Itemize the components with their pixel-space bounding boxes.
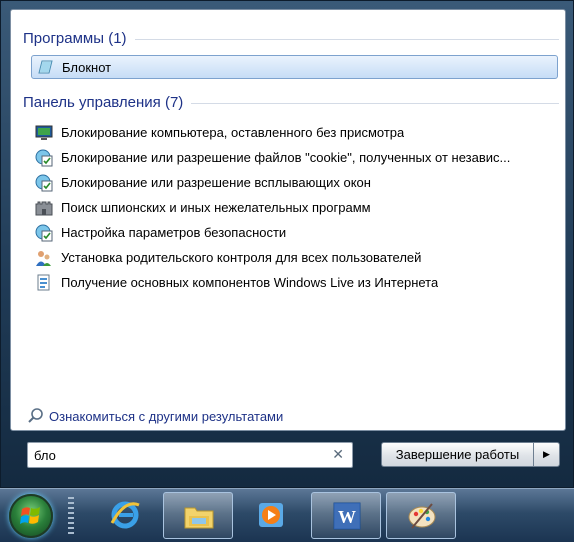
internet-explorer-icon [110, 501, 140, 529]
result-item-popups[interactable]: Блокирование или разрешение всплывающих … [35, 170, 557, 195]
result-item-label: Установка родительского контроля для все… [61, 250, 422, 265]
result-item-label: Блокирование компьютера, оставленного бе… [61, 125, 405, 140]
shutdown-button[interactable]: Завершение работы [381, 442, 533, 467]
result-item-lock-computer[interactable]: Блокирование компьютера, оставленного бе… [35, 120, 557, 145]
start-menu: Программы (1) Блокнот Панель управления … [0, 0, 574, 488]
result-item-parental-control[interactable]: Установка родительского контроля для все… [35, 245, 557, 270]
result-item-label: Настройка параметров безопасности [61, 225, 287, 240]
result-item-security-settings[interactable]: Настройка параметров безопасности [35, 220, 557, 245]
taskbar-grip[interactable] [68, 497, 74, 535]
explorer-folder-icon [184, 507, 214, 529]
taskbar-internet-explorer-button[interactable] [90, 492, 160, 539]
triangle-right-icon: ▶ [543, 449, 550, 459]
internet-options-icon [35, 174, 53, 192]
shutdown-label: Завершение работы [395, 447, 520, 462]
see-more-results-label: Ознакомиться с другими результатами [49, 408, 284, 424]
svg-text:W: W [338, 507, 356, 527]
result-item-spyware-scan[interactable]: Поиск шпионских и иных нежелательных про… [35, 195, 557, 220]
parental-control-icon [35, 249, 53, 267]
magnifier-icon [27, 407, 45, 425]
result-item-label: Блокирование или разрешение всплывающих … [61, 175, 371, 190]
taskbar: W [0, 488, 574, 542]
taskbar-paint-button[interactable] [386, 492, 456, 539]
result-item-notepad[interactable]: Блокнот [31, 55, 558, 79]
monitor-lock-icon [35, 124, 53, 142]
word-icon: W [333, 502, 361, 530]
paint-palette-icon [408, 503, 436, 529]
defender-castle-icon [35, 199, 53, 217]
clear-x-icon[interactable]: ✕ [332, 446, 344, 463]
windows-live-icon [35, 274, 53, 292]
search-results-panel: Программы (1) Блокнот Панель управления … [10, 9, 566, 431]
taskbar-explorer-button[interactable] [163, 492, 233, 539]
media-player-icon [259, 503, 283, 527]
see-more-results-link[interactable]: Ознакомиться с другими результатами [27, 407, 283, 425]
search-input[interactable] [28, 444, 324, 466]
search-box[interactable]: ✕ [27, 442, 353, 468]
taskbar-media-player-button[interactable] [236, 492, 306, 539]
result-item-label: Блокнот [62, 59, 112, 75]
result-item-label: Блокирование или разрешение файлов "cook… [61, 150, 511, 165]
internet-options-icon [35, 224, 53, 242]
shutdown-options-button[interactable]: ▶ [533, 442, 560, 467]
programs-header-label: Программы (1) [23, 29, 127, 47]
result-item-windows-live[interactable]: Получение основных компонентов Windows L… [35, 270, 557, 295]
header-divider [134, 38, 559, 40]
notepad-icon [36, 58, 54, 76]
result-item-label: Поиск шпионских и иных нежелательных про… [61, 200, 371, 215]
internet-options-icon [35, 149, 53, 167]
windows-orb-icon[interactable] [9, 494, 53, 538]
header-divider [191, 102, 559, 104]
control-panel-header-label: Панель управления (7) [23, 93, 184, 111]
result-item-cookies[interactable]: Блокирование или разрешение файлов "cook… [35, 145, 557, 170]
control-panel-group-header: Панель управления (7) [23, 91, 559, 113]
taskbar-word-button[interactable]: W [311, 492, 381, 539]
result-item-label: Получение основных компонентов Windows L… [61, 275, 439, 290]
programs-group-header: Программы (1) [23, 27, 559, 49]
